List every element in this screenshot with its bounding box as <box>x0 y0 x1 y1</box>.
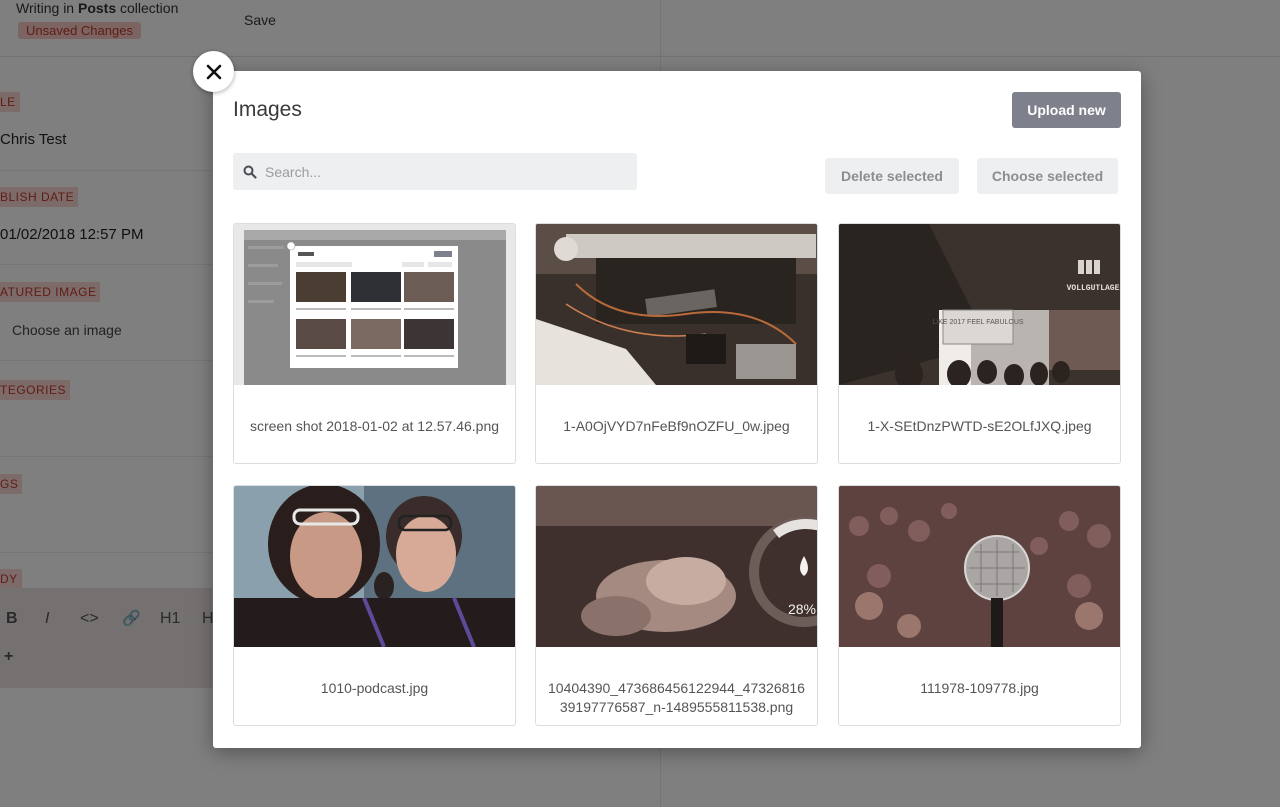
search-icon <box>243 165 257 179</box>
image-thumbnail <box>234 486 515 647</box>
images-modal: Images Upload new Delete selected Choose… <box>213 71 1141 748</box>
image-filename: 111978-109778.jpg <box>920 680 1039 696</box>
selfie-photo <box>234 486 515 647</box>
venue-sign-text: VOLLGUTLAGE <box>1067 284 1120 293</box>
image-filename: screen shot 2018-01-02 at 12.57.46.png <box>249 418 500 434</box>
gauge-photo: 28% <box>536 486 817 647</box>
delete-selected-button[interactable]: Delete selected <box>825 158 959 194</box>
image-card[interactable]: 28% 10404390_473686456122944_47326816391… <box>535 485 818 726</box>
search-input[interactable] <box>265 163 625 180</box>
choose-selected-button[interactable]: Choose selected <box>977 158 1118 194</box>
image-thumbnail <box>536 224 817 385</box>
slide-text: LIKE 2017 FEEL FABULOUS <box>932 319 1024 326</box>
gauge-percentage: 28% <box>788 601 816 617</box>
image-filename: 1-X-SEtDnzPWTD-sE2OLfJXQ.jpeg <box>867 418 1092 434</box>
image-thumbnail: LIKE 2017 FEEL FABULOUS VOLLGUTLAGE <box>839 224 1120 385</box>
image-card[interactable]: screen shot 2018-01-02 at 12.57.46.png <box>233 223 516 464</box>
image-filename: 10404390_473686456122944_473268163919777… <box>548 680 805 715</box>
stage-photo: LIKE 2017 FEEL FABULOUS VOLLGUTLAGE <box>839 224 1120 385</box>
upload-new-button[interactable]: Upload new <box>1012 92 1121 128</box>
microphone-photo <box>839 486 1120 647</box>
image-card[interactable]: 111978-109778.jpg <box>838 485 1121 726</box>
image-thumbnail <box>234 224 515 385</box>
image-filename: 1-A0OjVYD7nFeBf9nOZFU_0w.jpeg <box>563 418 790 434</box>
close-modal-button[interactable] <box>193 51 234 92</box>
image-card[interactable]: 1010-podcast.jpg <box>233 485 516 726</box>
electronics-photo <box>536 224 817 385</box>
image-card[interactable]: 1-A0OjVYD7nFeBf9nOZFU_0w.jpeg <box>535 223 818 464</box>
image-filename: 1010-podcast.jpg <box>320 680 429 696</box>
close-icon <box>206 64 221 79</box>
search-box <box>233 153 637 190</box>
screenshot-thumbnail <box>234 224 515 385</box>
image-card[interactable]: LIKE 2017 FEEL FABULOUS VOLLGUTLAGE 1-X-… <box>838 223 1121 464</box>
modal-title: Images <box>233 98 302 121</box>
image-thumbnail: 28% <box>536 486 817 647</box>
image-thumbnail <box>839 486 1120 647</box>
